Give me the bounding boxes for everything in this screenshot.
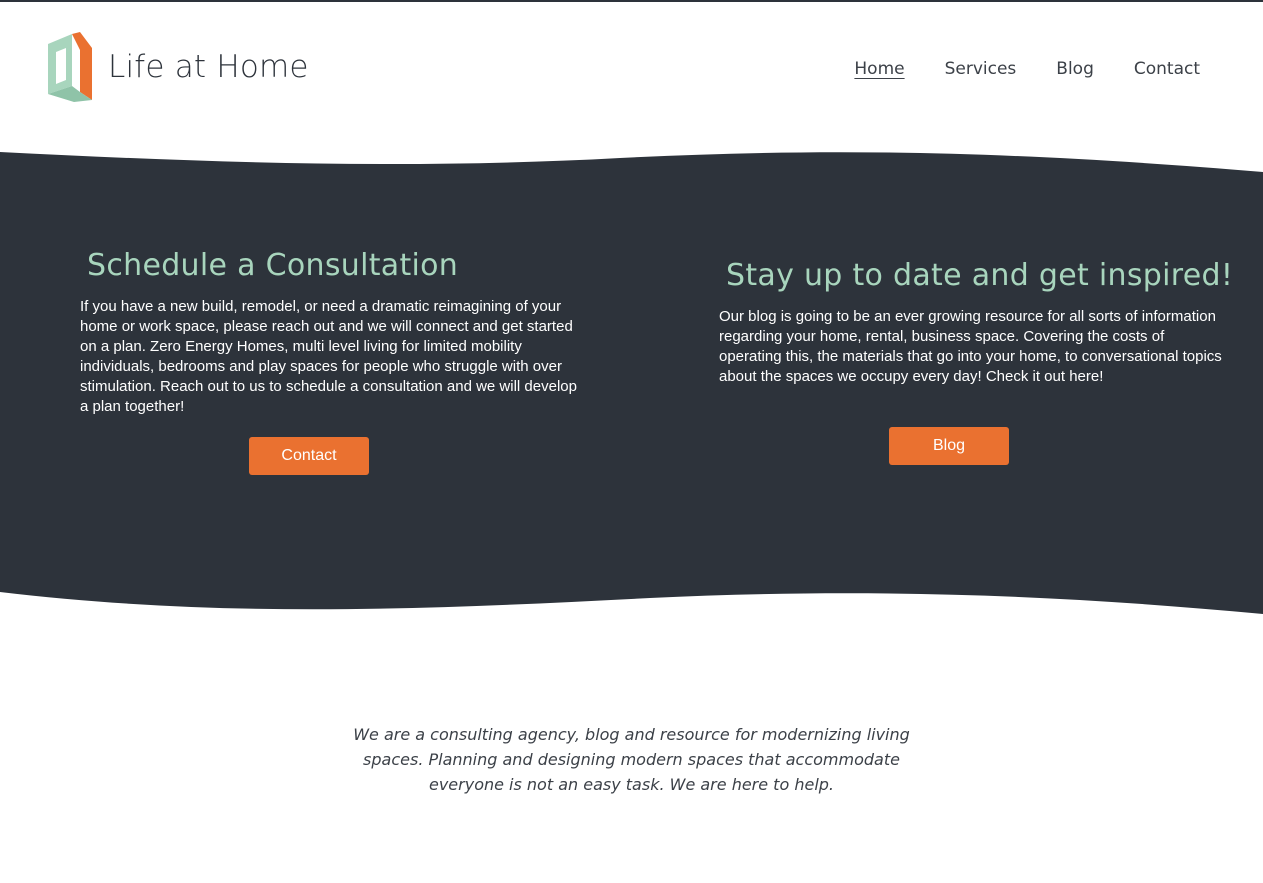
blog-section: Stay up to date and get inspired! Our bl… <box>719 258 1234 387</box>
nav-services-link[interactable]: Services <box>945 59 1017 79</box>
blog-heading: Stay up to date and get inspired! <box>726 258 1234 293</box>
nav-home-link[interactable]: Home <box>854 59 904 79</box>
contact-button[interactable]: Contact <box>249 437 369 475</box>
main-nav: Home Services Blog Contact <box>854 59 1200 79</box>
site-title: Life at Home <box>108 49 309 85</box>
consultation-section: Schedule a Consultation If you have a ne… <box>80 248 580 417</box>
site-header: Life at Home Home Services Blog Contact <box>0 2 1263 142</box>
blog-body: Our blog is going to be an ever growing … <box>719 308 1222 385</box>
consultation-heading: Schedule a Consultation <box>87 248 459 283</box>
blog-button[interactable]: Blog <box>889 427 1009 465</box>
house-outline-icon <box>48 32 92 102</box>
nav-blog-link[interactable]: Blog <box>1056 59 1094 79</box>
consultation-body: If you have a new build, remodel, or nee… <box>80 298 577 415</box>
nav-contact-link[interactable]: Contact <box>1134 59 1200 79</box>
mission-tagline: We are a consulting agency, blog and res… <box>353 725 910 794</box>
logo[interactable]: Life at Home <box>44 32 309 102</box>
